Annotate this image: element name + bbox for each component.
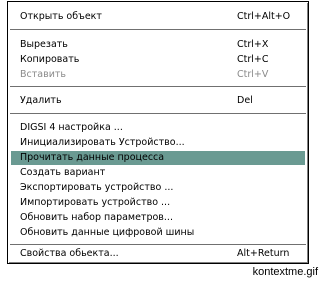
menu-item-digsi-settings[interactable]: DIGSI 4 настройка ...	[11, 121, 305, 135]
menu-item-label: Свойства обьекта...	[20, 248, 119, 259]
menu-item-label: Инициализировать Устройство...	[20, 137, 185, 148]
menu-item-import-device[interactable]: Импортировать устройство ...	[11, 196, 305, 210]
menu-item-open-object[interactable]: Открыть объект Ctrl+Alt+O	[11, 10, 305, 24]
menu-item-shortcut: Ctrl+X	[237, 39, 269, 50]
menu-separator	[10, 29, 306, 31]
menu-item-label: DIGSI 4 настройка ...	[20, 122, 123, 133]
menu-item-cut[interactable]: Вырезать Ctrl+X	[11, 38, 305, 52]
menu-item-shortcut: Ctrl+C	[237, 54, 269, 65]
menu-item-update-bus-data[interactable]: Обновить данные цифровой шины	[11, 226, 305, 240]
menu-item-label: Экспортировать устройство ...	[20, 182, 174, 193]
menu-item-label: Создать вариант	[20, 167, 106, 178]
menu-separator	[10, 86, 306, 88]
menu-item-label: Обновить данные цифровой шины	[20, 227, 195, 238]
menu-item-export-device[interactable]: Экспортировать устройство ...	[11, 181, 305, 195]
menu-item-shortcut: Ctrl+Alt+O	[237, 11, 291, 22]
menu-separator	[10, 113, 306, 115]
menu-item-label: Удалить	[20, 95, 62, 106]
menu-item-create-variant[interactable]: Создать вариант	[11, 166, 305, 180]
menu-item-paste: Вставить Ctrl+V	[11, 68, 305, 82]
menu-item-copy[interactable]: Копировать Ctrl+C	[11, 53, 305, 67]
menu-separator	[10, 244, 306, 246]
menu-item-label: Импортировать устройство ...	[20, 197, 171, 208]
menu-item-label: Прочитать данные процесса	[20, 152, 165, 163]
image-caption: kontextme.gif	[252, 266, 318, 278]
menu-item-read-process-data[interactable]: Прочитать данные процесса	[11, 151, 305, 165]
menu-item-object-properties[interactable]: Свойства обьекта... Alt+Return	[11, 247, 305, 261]
menu-item-label: Открыть объект	[20, 11, 102, 22]
menu-item-label: Вырезать	[20, 39, 68, 50]
menu-item-label: Вставить	[20, 69, 67, 80]
menu-item-update-parameter-set[interactable]: Обновить набор параметров...	[11, 211, 305, 225]
menu-item-initialize-device[interactable]: Инициализировать Устройство...	[11, 136, 305, 150]
menu-item-label: Обновить набор параметров...	[20, 212, 173, 223]
menu-item-shortcut: Ctrl+V	[237, 69, 269, 80]
menu-item-shortcut: Alt+Return	[237, 248, 290, 259]
context-menu: Открыть объект Ctrl+Alt+O Вырезать Ctrl+…	[7, 1, 309, 264]
menu-item-label: Копировать	[20, 54, 80, 65]
menu-item-delete[interactable]: Удалить Del	[11, 94, 305, 108]
menu-item-shortcut: Del	[237, 95, 253, 106]
